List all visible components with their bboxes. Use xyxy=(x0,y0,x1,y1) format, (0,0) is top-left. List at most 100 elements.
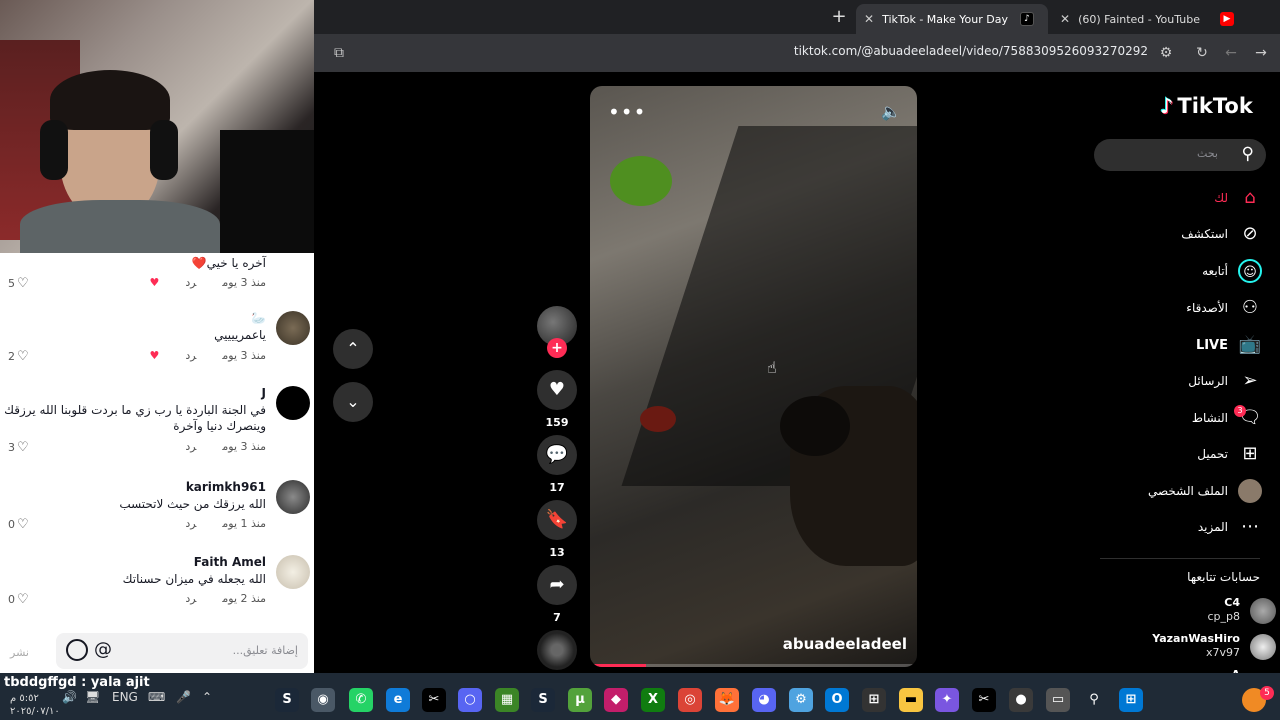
edge-taskbar-icon[interactable]: e xyxy=(386,688,410,712)
store-taskbar-icon[interactable]: ⊞ xyxy=(862,688,886,712)
follow-plus-icon[interactable]: + xyxy=(547,338,567,358)
volume-tray-icon[interactable]: 🔊 xyxy=(62,690,77,704)
comment-action[interactable]: 💬 17 xyxy=(537,435,577,494)
post-button[interactable]: نشر xyxy=(10,646,29,659)
avatar[interactable] xyxy=(276,311,310,345)
back-icon[interactable]: → xyxy=(1252,44,1270,62)
search-icon[interactable]: ⚲ xyxy=(1242,144,1254,164)
tab-youtube[interactable]: ✕ (60) Fainted - YouTube ▶ xyxy=(1052,4,1248,34)
sidebar-item-foryou[interactable]: ⌂ لك xyxy=(1082,186,1262,210)
xbox-taskbar-icon[interactable]: X xyxy=(641,688,665,712)
capcut-2-taskbar-icon[interactable]: ✂ xyxy=(972,688,996,712)
forward-icon[interactable]: ← xyxy=(1222,44,1240,62)
copilot-taskbar-icon[interactable]: ✦ xyxy=(935,688,959,712)
following-account[interactable]: C4 cp_p8 xyxy=(1096,596,1276,626)
language-indicator[interactable]: ENG xyxy=(112,690,138,704)
like-count[interactable]: 5 ♡ xyxy=(8,276,29,291)
network-tray-icon[interactable]: 🖥 xyxy=(85,690,100,704)
control-panel-taskbar-icon[interactable]: ⚙ xyxy=(789,688,813,712)
more-options-icon[interactable]: ••• xyxy=(608,100,646,124)
reply-button[interactable]: رد xyxy=(185,349,196,362)
music-disc-icon[interactable] xyxy=(537,630,577,670)
share-action[interactable]: ➦ 7 xyxy=(537,565,577,624)
heart-outline-icon[interactable]: ♡ xyxy=(17,517,29,532)
heart-icon[interactable]: ♥ xyxy=(537,370,577,410)
next-video-button[interactable]: ⌄ xyxy=(333,382,373,422)
heart-outline-icon[interactable]: ♡ xyxy=(17,592,29,607)
volume-icon[interactable]: 🔈 xyxy=(881,102,901,121)
like-count[interactable]: 0 ♡ xyxy=(8,517,29,532)
reload-icon[interactable]: ↻ xyxy=(1193,44,1211,62)
sidebar-item-more[interactable]: ⋯ المزيد xyxy=(1082,515,1262,539)
following-account[interactable]: YazanWasHiro x7v97 xyxy=(1096,632,1276,662)
comment-author[interactable]: J xyxy=(262,386,266,400)
sidebar-item-profile[interactable]: الملف الشخصي xyxy=(1082,479,1262,503)
sidebar-toggle-icon[interactable]: ⧉ xyxy=(330,44,348,62)
sidebar-item-live[interactable]: 📺 LIVE xyxy=(1082,333,1262,357)
avatar[interactable] xyxy=(276,480,310,514)
video-progress[interactable] xyxy=(590,664,917,667)
mention-icon[interactable]: @ xyxy=(94,639,112,660)
whatsapp-taskbar-icon[interactable]: ✆ xyxy=(349,688,373,712)
app-circle-taskbar-icon[interactable]: ○ xyxy=(458,688,482,712)
heart-outline-icon[interactable]: ♡ xyxy=(17,440,29,455)
like-action[interactable]: ♥ 159 xyxy=(537,370,577,429)
new-tab-button[interactable]: + xyxy=(830,8,848,26)
capcut-taskbar-icon[interactable]: ✂ xyxy=(422,688,446,712)
firefox-taskbar-icon[interactable]: 🦊 xyxy=(715,688,739,712)
start-windows-icon[interactable]: ⊞ xyxy=(1119,688,1143,712)
video-player[interactable]: ••• 🔈 abuadeeladeel xyxy=(590,86,917,667)
reply-button[interactable]: رد xyxy=(185,440,196,453)
like-count[interactable]: 2 ♡ xyxy=(8,349,29,364)
heart-outline-icon[interactable]: ♡ xyxy=(17,276,29,291)
bookmark-icon[interactable]: 🔖 xyxy=(537,500,577,540)
like-count[interactable]: 0 ♡ xyxy=(8,592,29,607)
discord-taskbar-icon[interactable]: ◕ xyxy=(752,688,776,712)
torrent-taskbar-icon[interactable]: µ xyxy=(568,688,592,712)
like-count[interactable]: 3 ♡ xyxy=(8,440,29,455)
close-tab-icon[interactable]: ✕ xyxy=(1060,12,1070,26)
comment-input[interactable]: إضافة تعليق... @ xyxy=(56,633,308,669)
tiktok-logo[interactable]: ♪ TikTok xyxy=(1160,94,1253,118)
sidebar-item-following[interactable]: ☺ أتابعه xyxy=(1082,259,1262,283)
search-input[interactable]: ⚲ بحث xyxy=(1094,139,1266,171)
video-author[interactable]: abuadeeladeel xyxy=(783,635,907,653)
save-action[interactable]: 🔖 13 xyxy=(537,500,577,559)
url-field[interactable]: tiktok.com/@abuadeeladeel/video/75883095… xyxy=(794,44,1148,58)
reply-button[interactable]: رد xyxy=(185,592,196,605)
file-explorer-taskbar-icon[interactable]: ▬ xyxy=(899,688,923,712)
steam-2-taskbar-icon[interactable]: S xyxy=(531,688,555,712)
site-settings-icon[interactable]: ⚙ xyxy=(1157,44,1175,62)
tab-tiktok[interactable]: ✕ TikTok - Make Your Day ♪ xyxy=(856,4,1048,34)
sidebar-item-explore[interactable]: ⊘ استكشف xyxy=(1082,222,1262,246)
app-pink-taskbar-icon[interactable]: ◆ xyxy=(604,688,628,712)
sidebar-item-upload[interactable]: ⊞ تحميل xyxy=(1082,442,1262,466)
clock[interactable]: ٥:٥٢ م ٢٠٢٥/٠٧/١٠ xyxy=(10,692,60,718)
show-hidden-icons-icon[interactable]: ⌃ xyxy=(202,690,212,704)
comment-icon[interactable]: 💬 xyxy=(537,435,577,475)
previous-video-button[interactable]: ⌃ xyxy=(333,329,373,369)
task-view-taskbar-icon[interactable]: ▭ xyxy=(1046,688,1070,712)
chrome-taskbar-icon[interactable]: ◎ xyxy=(678,688,702,712)
reply-button[interactable]: رد xyxy=(185,276,196,289)
mic-tray-icon[interactable]: 🎤 xyxy=(176,690,191,704)
avatar[interactable] xyxy=(276,386,310,420)
emoji-icon[interactable] xyxy=(66,639,88,661)
comment-author[interactable]: 🦢 xyxy=(251,311,266,325)
search-taskbar-icon[interactable]: ⚲ xyxy=(1082,688,1106,712)
minecraft-taskbar-icon[interactable]: ▦ xyxy=(495,688,519,712)
outlook-taskbar-icon[interactable]: O xyxy=(825,688,849,712)
reply-button[interactable]: رد xyxy=(185,517,196,530)
sidebar-item-friends[interactable]: ⚇ الأصدقاء xyxy=(1082,296,1262,320)
sidebar-item-messages[interactable]: ➢ الرسائل xyxy=(1082,369,1262,393)
avatar[interactable] xyxy=(276,555,310,589)
comment-author[interactable]: karimkh961 xyxy=(186,480,266,494)
share-icon[interactable]: ➦ xyxy=(537,565,577,605)
comment-author[interactable]: Faith Amel xyxy=(194,555,266,569)
app-red-dot-taskbar-icon[interactable]: ● xyxy=(1009,688,1033,712)
steam-taskbar-icon[interactable]: S xyxy=(275,688,299,712)
keyboard-tray-icon[interactable]: ⌨ xyxy=(148,690,165,704)
heart-outline-icon[interactable]: ♡ xyxy=(17,349,29,364)
close-tab-icon[interactable]: ✕ xyxy=(864,12,874,26)
chrome-active-taskbar-icon[interactable]: ◉ xyxy=(311,688,335,712)
